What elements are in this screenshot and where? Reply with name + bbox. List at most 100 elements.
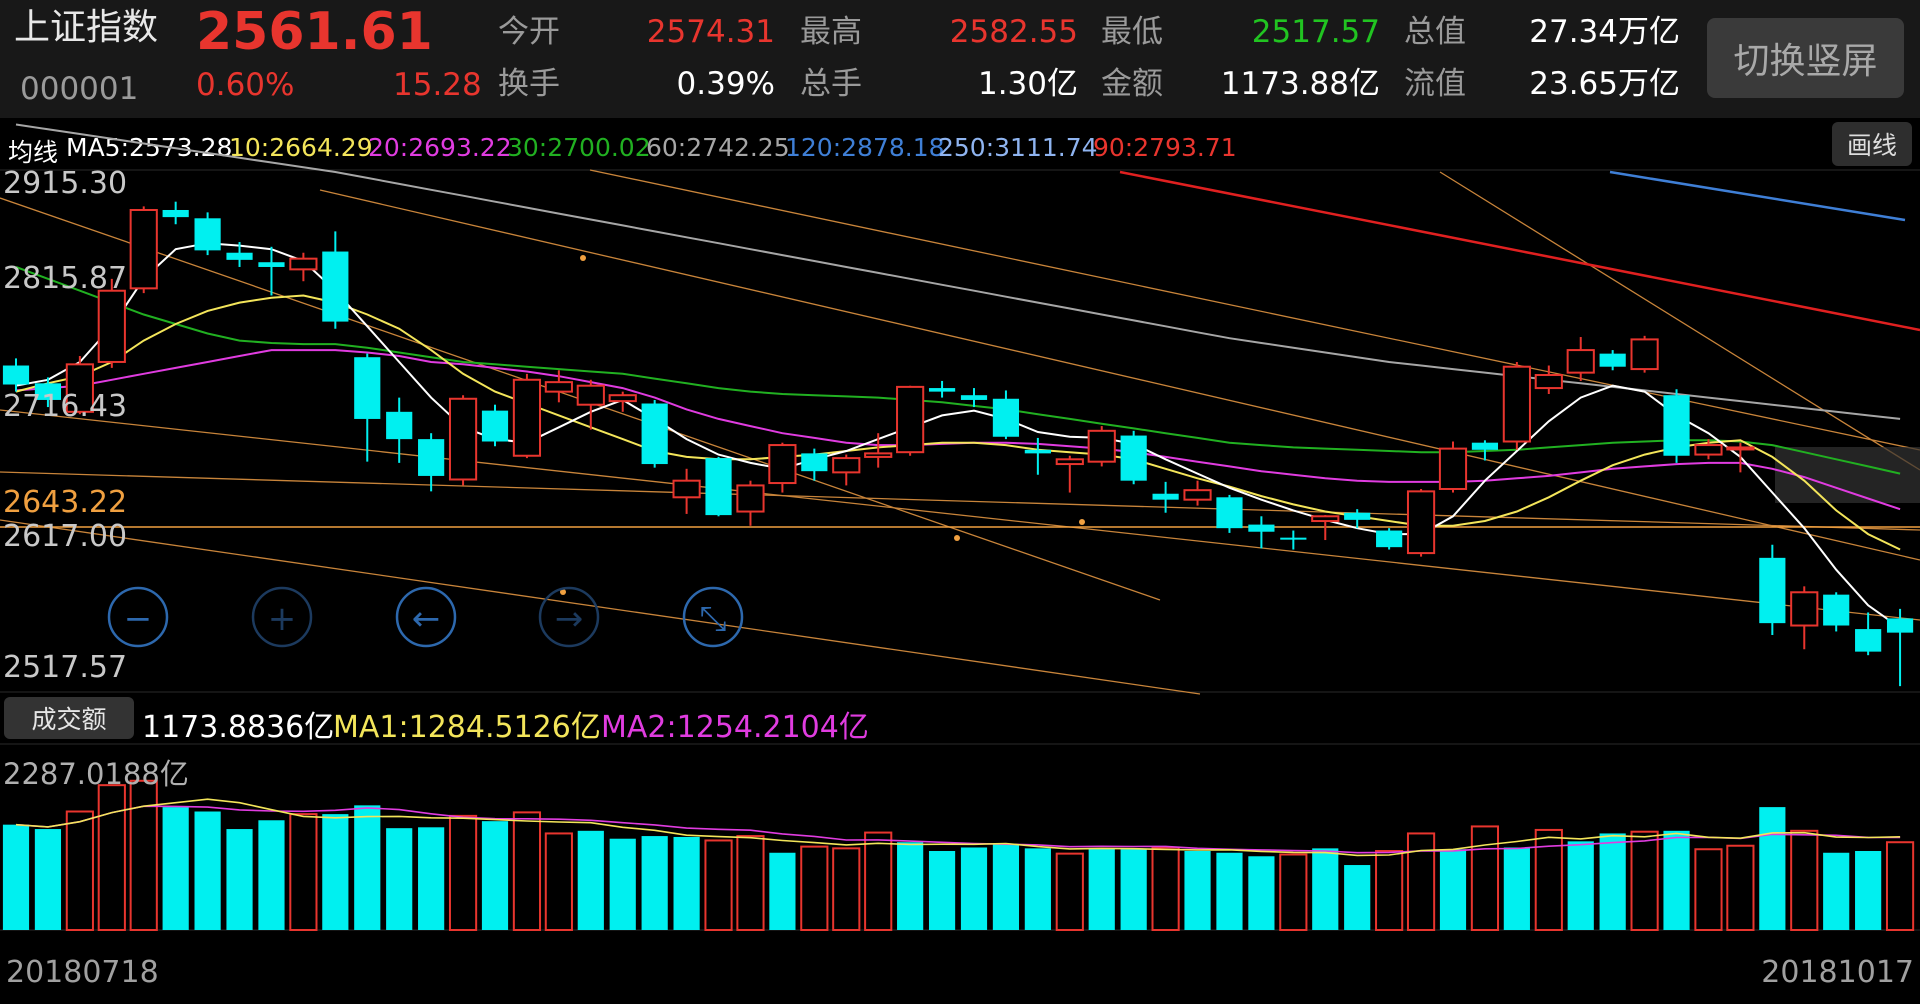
candle-body — [258, 262, 285, 267]
candle-body — [1406, 490, 1436, 555]
volume-bar — [418, 827, 445, 930]
volume-bar — [97, 784, 126, 932]
volume-bar — [704, 839, 733, 932]
candle-body — [386, 411, 413, 440]
volume-bar — [448, 814, 478, 932]
volume-bar — [769, 852, 796, 930]
volume-bar — [673, 836, 700, 930]
candle-body — [641, 403, 668, 465]
price-axis-label: 2915.30 — [3, 166, 127, 201]
trend-line — [589, 169, 1920, 451]
volume-bar — [1120, 849, 1147, 930]
svg-text:+: + — [268, 599, 297, 639]
zoom-in-icon[interactable]: + — [251, 586, 313, 648]
volume-bar — [1055, 852, 1084, 932]
candle-body — [1599, 353, 1626, 367]
volume-bar — [386, 828, 413, 930]
volume-bar — [1279, 853, 1308, 931]
volume-bar — [1885, 841, 1915, 932]
volume-bar — [1375, 850, 1404, 931]
volume-bar — [864, 831, 893, 931]
volume-bar — [1534, 828, 1563, 932]
volume-bar — [544, 832, 573, 932]
volume-bar — [162, 807, 189, 930]
start-date: 20180718 — [6, 955, 159, 990]
ma-line-ma10 — [15, 294, 1901, 551]
svg-text:→: → — [555, 599, 584, 639]
candle-body — [736, 484, 765, 513]
candle-body — [928, 388, 956, 392]
candle-body — [129, 208, 158, 290]
candle-body — [322, 251, 349, 322]
end-date: 20181017 — [1761, 955, 1914, 990]
price-axis-label: 2517.57 — [3, 650, 127, 685]
candle-body — [1055, 458, 1084, 466]
volume-bar — [1823, 852, 1850, 930]
volume-max-label: 2287.0188亿 — [3, 757, 189, 791]
candle-body — [544, 381, 573, 393]
trend-anchor-dot — [954, 535, 960, 541]
candle-body — [162, 209, 189, 218]
ma-line-ma60 — [15, 123, 1901, 420]
candle-body — [289, 257, 318, 271]
trend-line — [0, 471, 1920, 531]
trend-anchor-dot — [580, 255, 586, 261]
volume-bar — [641, 836, 668, 930]
ma-line-120 — [1609, 170, 1906, 222]
ma-line-ma20 — [15, 349, 1901, 511]
candle-body — [1438, 447, 1468, 490]
candle-body — [1886, 618, 1914, 633]
volume-bar — [65, 810, 94, 931]
candle-body — [832, 457, 861, 474]
kline-chart[interactable]: 2915.30 2815.87 2716.43 2643.222617.00 2517.… — [0, 0, 1920, 1004]
volume-bar — [226, 829, 253, 930]
candle-body — [1502, 365, 1531, 443]
volume-ma1: MA1:1284.5126亿 — [333, 710, 601, 745]
candle-body — [1024, 449, 1051, 454]
candle-body — [1280, 537, 1307, 540]
reset-view-icon[interactable]: ⤡ — [682, 586, 744, 648]
volume-bar — [832, 847, 861, 931]
candle-body — [801, 453, 828, 472]
volume-bar — [992, 843, 1020, 930]
volume-value: 1173.8836亿 — [142, 710, 335, 745]
candle-body — [1120, 435, 1147, 481]
volume-bar — [1312, 848, 1339, 930]
volume-bar — [960, 847, 988, 930]
volume-bar — [736, 835, 765, 931]
candle-body — [1790, 591, 1819, 627]
volume-bar — [1470, 825, 1500, 932]
volume-bar — [1855, 851, 1882, 930]
candle-body — [418, 439, 445, 476]
volume-bar — [1151, 846, 1180, 931]
zoom-out-icon[interactable]: − — [107, 586, 169, 648]
scroll-right-icon[interactable]: → — [538, 586, 600, 648]
candle-body — [1471, 442, 1499, 450]
candle-body — [1216, 497, 1243, 529]
volume-bar — [354, 805, 381, 930]
volume-indicator-tab[interactable]: 成交额 — [4, 697, 134, 739]
price-axis-label: 2815.87 — [3, 261, 127, 296]
volume-bar — [609, 838, 636, 930]
candle-body — [194, 218, 221, 251]
volume-bar — [512, 811, 542, 932]
volume-bar — [577, 830, 604, 930]
volume-bar — [1726, 844, 1755, 932]
candle-body — [705, 458, 732, 516]
volume-bar — [1024, 848, 1051, 930]
volume-bar — [289, 813, 318, 932]
candle-body — [864, 452, 893, 458]
candle-body — [1152, 493, 1179, 500]
candle-body — [768, 444, 797, 485]
scroll-left-icon[interactable]: ← — [395, 586, 457, 648]
volume-bar — [1663, 830, 1690, 930]
volume-bar — [800, 845, 829, 931]
candle-body — [608, 394, 637, 403]
svg-text:←: ← — [412, 599, 441, 639]
volume-bar — [2, 824, 30, 930]
candle-body — [97, 289, 126, 363]
candle-body — [354, 357, 381, 419]
trend-anchor-dot — [1079, 519, 1085, 525]
candle-body — [1534, 374, 1563, 390]
candle-body — [672, 479, 701, 499]
